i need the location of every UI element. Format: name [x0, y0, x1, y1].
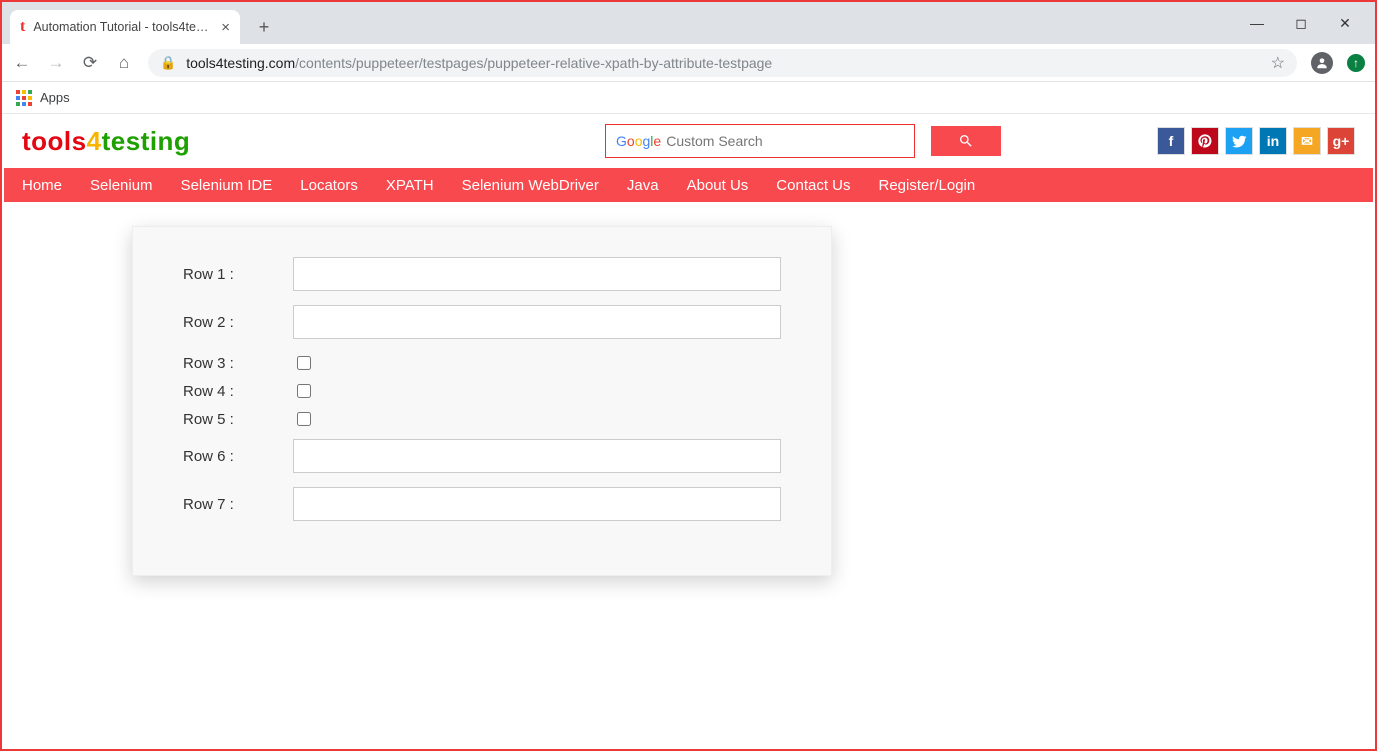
- row-7-label: Row 7 :: [183, 496, 293, 513]
- form-row-5: Row 5 :: [183, 409, 781, 429]
- window-controls: ― ◻ ✕: [1243, 2, 1369, 44]
- site-header: tools4testing Google f in ✉ g+: [4, 114, 1373, 168]
- apps-grid-icon[interactable]: [16, 90, 32, 106]
- row-6-label: Row 6 :: [183, 448, 293, 465]
- row-2-input[interactable]: [293, 305, 781, 339]
- nav-home[interactable]: Home: [22, 177, 62, 194]
- row-4-label: Row 4 :: [183, 383, 293, 400]
- logo-bolt: 4: [87, 126, 102, 156]
- nav-selenium-webdriver[interactable]: Selenium WebDriver: [462, 177, 599, 194]
- browser-tab[interactable]: t Automation Tutorial - tools4testi… ×: [10, 10, 240, 44]
- row-2-label: Row 2 :: [183, 314, 293, 331]
- bookmarks-bar: Apps: [2, 82, 1375, 114]
- form-row-1: Row 1 :: [183, 257, 781, 291]
- nav-locators[interactable]: Locators: [300, 177, 358, 194]
- form-card: Row 1 : Row 2 : Row 3 : Row 4 : Row 5 : …: [132, 226, 832, 576]
- nav-xpath[interactable]: XPATH: [386, 177, 434, 194]
- row-5-label: Row 5 :: [183, 411, 293, 428]
- logo-part1: tools: [22, 126, 87, 156]
- tab-title: Automation Tutorial - tools4testi…: [33, 20, 213, 34]
- window-maximize-icon[interactable]: ◻: [1287, 15, 1315, 32]
- form-row-4: Row 4 :: [183, 381, 781, 401]
- row-1-label: Row 1 :: [183, 266, 293, 283]
- search-icon: [958, 133, 974, 149]
- google-logo-text: Google: [616, 133, 661, 149]
- social-links: f in ✉ g+: [1157, 127, 1355, 155]
- nav-reload-icon[interactable]: ⟳: [80, 53, 100, 73]
- logo-part2: testing: [102, 126, 191, 156]
- form-row-6: Row 6 :: [183, 439, 781, 473]
- url-path: /contents/puppeteer/testpages/puppeteer-…: [295, 55, 772, 71]
- row-3-label: Row 3 :: [183, 355, 293, 372]
- nav-home-icon[interactable]: ⌂: [114, 53, 134, 73]
- tab-close-icon[interactable]: ×: [221, 19, 230, 36]
- browser-toolbar: ← → ⟳ ⌂ 🔒 tools4testing.com/contents/pup…: [2, 44, 1375, 82]
- bookmark-apps-label[interactable]: Apps: [40, 90, 70, 105]
- extension-badge-icon[interactable]: ↑: [1347, 54, 1365, 72]
- site-logo[interactable]: tools4testing: [22, 126, 190, 157]
- address-bar[interactable]: 🔒 tools4testing.com/contents/puppeteer/t…: [148, 49, 1297, 77]
- linkedin-icon[interactable]: in: [1259, 127, 1287, 155]
- form-row-3: Row 3 :: [183, 353, 781, 373]
- row-7-input[interactable]: [293, 487, 781, 521]
- row-5-checkbox[interactable]: [297, 412, 311, 426]
- row-4-checkbox[interactable]: [297, 384, 311, 398]
- search-button[interactable]: [931, 126, 1001, 156]
- mail-icon[interactable]: ✉: [1293, 127, 1321, 155]
- url-text: tools4testing.com/contents/puppeteer/tes…: [186, 55, 1260, 71]
- main-nav: Home Selenium Selenium IDE Locators XPAT…: [4, 168, 1373, 202]
- nav-about-us[interactable]: About Us: [687, 177, 749, 194]
- form-row-7: Row 7 :: [183, 487, 781, 521]
- nav-back-icon[interactable]: ←: [12, 53, 32, 73]
- page-viewport[interactable]: tools4testing Google f in ✉ g+: [4, 114, 1373, 747]
- nav-contact-us[interactable]: Contact Us: [776, 177, 850, 194]
- profile-avatar-icon[interactable]: [1311, 52, 1333, 74]
- pinterest-icon[interactable]: [1191, 127, 1219, 155]
- nav-register-login[interactable]: Register/Login: [879, 177, 976, 194]
- googleplus-icon[interactable]: g+: [1327, 127, 1355, 155]
- url-host: tools4testing.com: [186, 55, 295, 71]
- window-minimize-icon[interactable]: ―: [1243, 15, 1271, 31]
- custom-search-box[interactable]: Google: [605, 124, 915, 158]
- form-row-2: Row 2 :: [183, 305, 781, 339]
- tab-favicon: t: [20, 18, 25, 36]
- lock-icon: 🔒: [160, 55, 176, 71]
- bookmark-star-icon[interactable]: ☆: [1271, 53, 1285, 73]
- nav-selenium-ide[interactable]: Selenium IDE: [181, 177, 273, 194]
- nav-selenium[interactable]: Selenium: [90, 177, 153, 194]
- nav-java[interactable]: Java: [627, 177, 659, 194]
- row-6-input[interactable]: [293, 439, 781, 473]
- row-1-input[interactable]: [293, 257, 781, 291]
- row-3-checkbox[interactable]: [297, 356, 311, 370]
- twitter-icon[interactable]: [1225, 127, 1253, 155]
- facebook-icon[interactable]: f: [1157, 127, 1185, 155]
- window-close-icon[interactable]: ✕: [1331, 15, 1359, 32]
- browser-tab-strip: t Automation Tutorial - tools4testi… × +…: [2, 2, 1375, 44]
- new-tab-button[interactable]: +: [250, 13, 278, 41]
- nav-forward-icon: →: [46, 53, 66, 73]
- search-input[interactable]: [664, 132, 904, 150]
